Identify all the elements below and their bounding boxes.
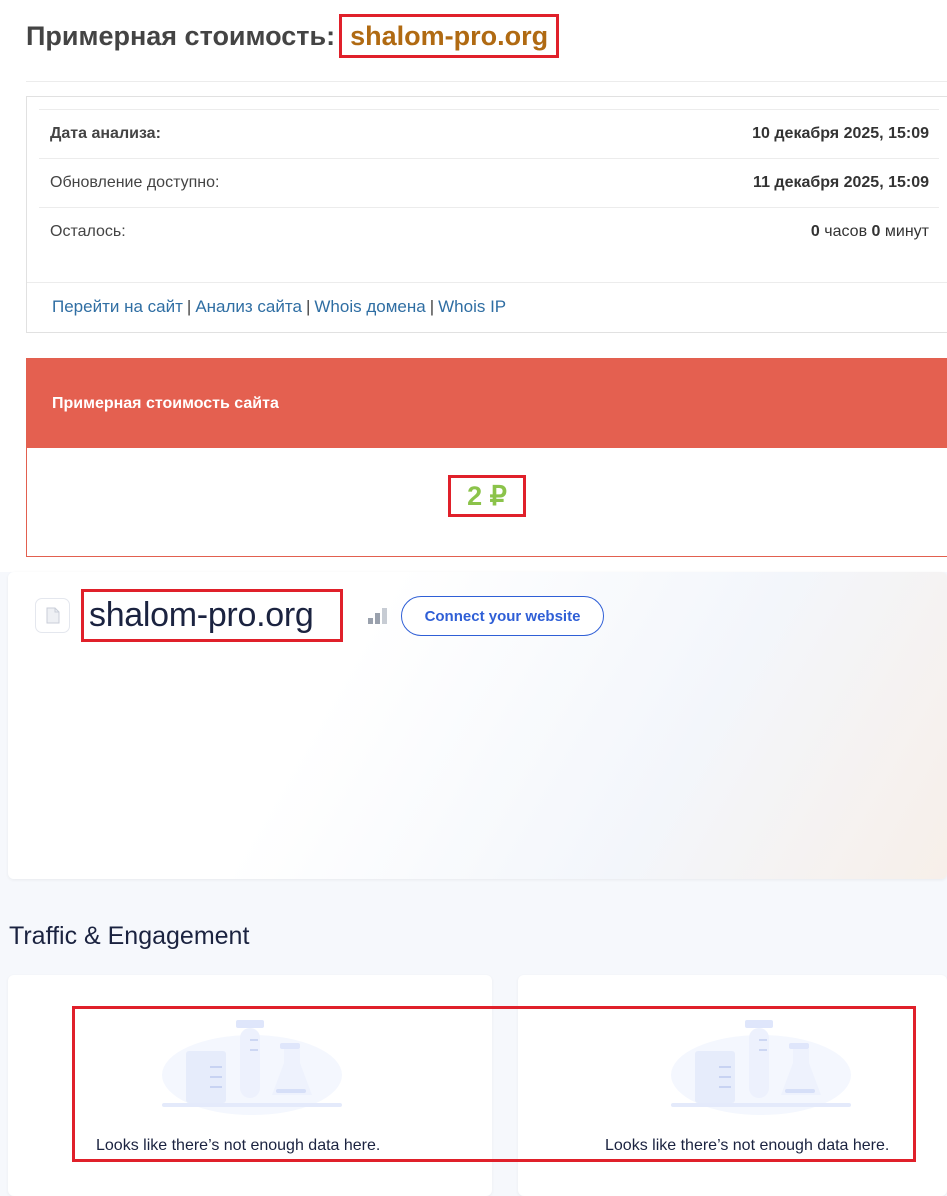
divider <box>26 81 947 82</box>
site-analysis-link[interactable]: Анализ сайта <box>195 297 302 316</box>
lab-flasks-icon <box>152 1015 352 1120</box>
page-title: Примерная стоимость: shalom-pro.org <box>26 14 560 58</box>
analysis-date-label: Дата анализа: <box>50 125 161 142</box>
analysis-info-table: Дата анализа: 10 декабря 2025, 15:09 Обн… <box>39 109 939 256</box>
document-icon <box>35 598 70 633</box>
time-left-row: Осталось: 0 часов 0 минут <box>39 207 939 256</box>
title-domain-highlight: shalom-pro.org <box>339 14 560 58</box>
traffic-section-title: Traffic & Engagement <box>9 922 250 950</box>
minutes-value: 0 <box>871 223 881 240</box>
update-available-row: Обновление доступно: 11 декабря 2025, 15… <box>39 158 939 207</box>
site-header-card: shalom-pro.org Connect your website <box>8 572 947 879</box>
analysis-date-row: Дата анализа: 10 декабря 2025, 15:09 <box>39 109 939 158</box>
connect-website-button[interactable]: Connect your website <box>401 596 604 636</box>
site-links: Перейти на сайт | Анализ сайта | Whois домен… <box>52 297 506 317</box>
site-domain-highlight: shalom-pro.org <box>81 589 343 642</box>
analysis-info-panel: Дата анализа: 10 декабря 2025, 15:09 Обн… <box>26 96 947 333</box>
site-cost-heading: Примерная стоимость сайта <box>27 359 947 448</box>
page-title-prefix: Примерная стоимость: <box>26 20 336 51</box>
whois-ip-link[interactable]: Whois IP <box>438 297 506 316</box>
price-estimate-section: Примерная стоимость: shalom-pro.org Дата… <box>0 0 947 572</box>
update-available-value: 11 декабря 2025, 15:09 <box>753 174 929 191</box>
time-left-label: Осталось: <box>50 223 126 240</box>
site-cost-value: 2 ₽ <box>467 480 507 511</box>
time-left-value: 0 часов 0 минут <box>811 223 929 241</box>
no-data-message: Looks like there’s not enough data here. <box>96 1137 381 1154</box>
site-cost-highlight: 2 ₽ <box>448 475 526 517</box>
title-domain: shalom-pro.org <box>350 20 549 51</box>
go-to-site-link[interactable]: Перейти на сайт <box>52 297 183 316</box>
traffic-card: Looks like there’s not enough data here. <box>8 975 492 1196</box>
update-available-label: Обновление доступно: <box>50 174 220 191</box>
link-separator: | <box>305 297 311 316</box>
site-cost-panel: Примерная стоимость сайта 2 ₽ <box>26 358 947 557</box>
link-separator: | <box>186 297 192 316</box>
link-separator: | <box>429 297 435 316</box>
hours-unit: часов <box>824 223 868 240</box>
whois-domain-link[interactable]: Whois домена <box>314 297 425 316</box>
signal-bars-icon <box>368 608 388 629</box>
similarweb-section: shalom-pro.org Connect your website Traf… <box>0 572 947 1196</box>
engagement-card: Looks like there’s not enough data here. <box>518 975 947 1196</box>
analysis-date-value: 10 декабря 2025, 15:09 <box>752 125 929 142</box>
no-data-message: Looks like there’s not enough data here. <box>605 1137 890 1154</box>
lab-flasks-icon <box>661 1015 861 1120</box>
site-domain: shalom-pro.org <box>89 596 314 634</box>
hours-value: 0 <box>810 223 820 240</box>
minutes-unit: минут <box>884 223 929 240</box>
divider <box>27 282 947 283</box>
site-cost-body: 2 ₽ <box>27 448 947 556</box>
